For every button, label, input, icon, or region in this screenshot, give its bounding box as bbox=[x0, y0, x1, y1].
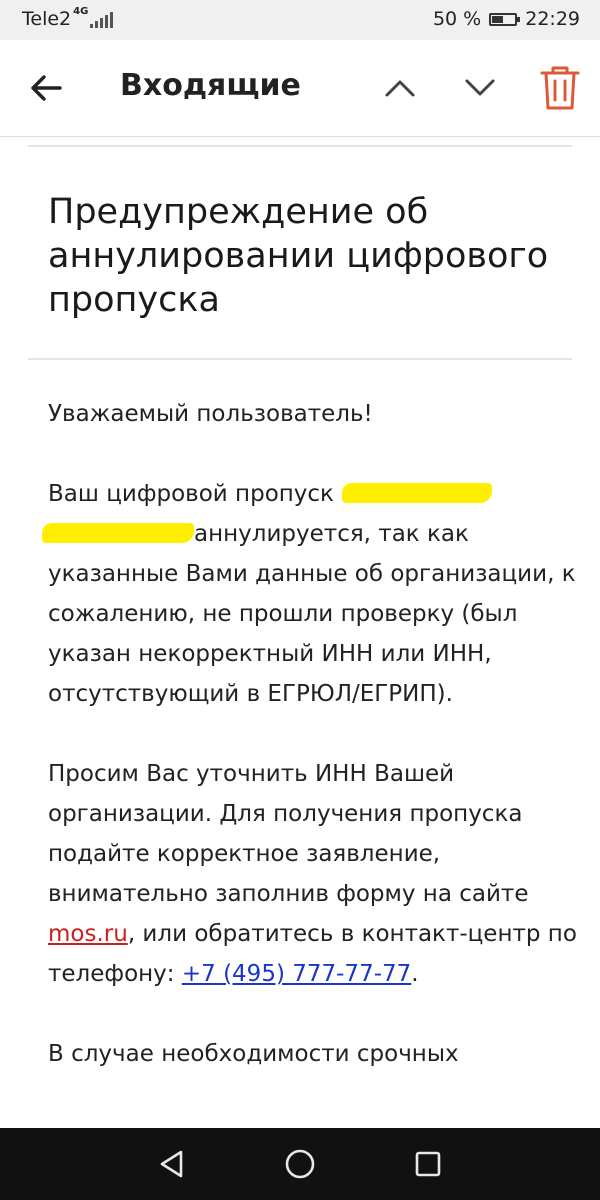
instructions-end: . bbox=[411, 961, 419, 987]
battery-percent: 50 % bbox=[432, 8, 482, 30]
battery-icon bbox=[489, 12, 521, 26]
instructions-text: Просим Вас уточнить ИНН Вашей организаци… bbox=[48, 761, 529, 907]
clock: 22:29 bbox=[525, 8, 580, 30]
system-recents-button[interactable] bbox=[410, 1146, 446, 1182]
redaction-mark bbox=[341, 482, 492, 503]
back-button[interactable] bbox=[26, 68, 66, 108]
status-right: 50 % 22:29 bbox=[433, 8, 580, 30]
paragraph-instructions: Просим Вас уточнить ИНН Вашей организаци… bbox=[48, 754, 588, 994]
email-subject: Предупреждение об аннулировании цифровог… bbox=[48, 192, 549, 320]
network-type: 4G bbox=[73, 6, 89, 17]
delete-button[interactable] bbox=[538, 64, 582, 112]
carrier-name: Tele2 bbox=[22, 8, 72, 30]
trash-icon bbox=[540, 66, 580, 110]
next-message-button[interactable] bbox=[460, 70, 500, 106]
recents-square-icon bbox=[415, 1151, 441, 1177]
folder-title: Входящие bbox=[120, 68, 301, 103]
subject-divider bbox=[28, 358, 572, 360]
status-left: Tele2 4G bbox=[22, 6, 114, 30]
paragraph-revocation: Ваш цифровой пропуск аннулируется, так ка… bbox=[42, 474, 588, 714]
chevron-down-icon bbox=[465, 79, 495, 96]
greeting: Уважаемый пользователь! bbox=[48, 401, 373, 427]
back-arrow-icon bbox=[31, 75, 62, 101]
system-back-button[interactable] bbox=[154, 1146, 190, 1182]
paragraph-revocation-start: Ваш цифровой пропуск bbox=[48, 481, 334, 507]
home-circle-icon bbox=[285, 1149, 315, 1179]
paragraph-revocation-rest: аннулируется, так как указанные Вами дан… bbox=[48, 521, 576, 707]
redaction-mark bbox=[42, 522, 194, 543]
back-triangle-icon bbox=[160, 1150, 183, 1178]
battery-level bbox=[492, 15, 504, 23]
system-home-button[interactable] bbox=[282, 1146, 318, 1182]
paragraph-urgent: В случае необходимости срочных bbox=[48, 1041, 459, 1067]
email-body: Уважаемый пользователь! Ваш цифровой про… bbox=[42, 394, 588, 1114]
app-bar: Входящие bbox=[0, 40, 600, 137]
chevron-up-icon bbox=[385, 80, 415, 97]
top-divider bbox=[28, 145, 572, 147]
previous-message-button[interactable] bbox=[380, 70, 420, 106]
system-nav-bar bbox=[0, 1128, 600, 1200]
phone-link[interactable]: +7 (495) 777-77-77 bbox=[182, 961, 411, 987]
status-bar: Tele2 4G 50 % 22:29 bbox=[0, 0, 600, 40]
mos-ru-link[interactable]: mos.ru bbox=[48, 921, 128, 947]
signal-icon bbox=[90, 12, 114, 28]
